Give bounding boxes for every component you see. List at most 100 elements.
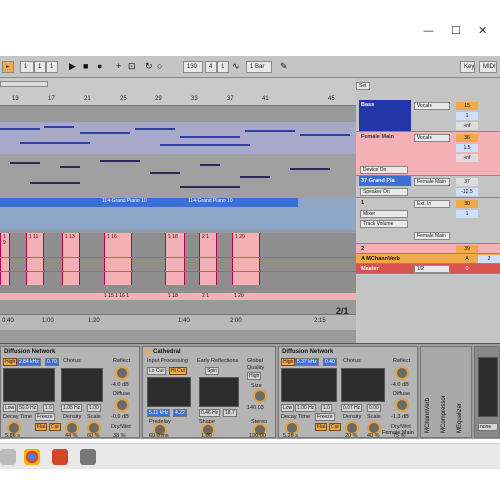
low-toggle[interactable]: Low bbox=[281, 404, 295, 412]
female-main-lane[interactable] bbox=[0, 154, 356, 198]
track-letter[interactable]: A bbox=[456, 255, 478, 263]
track-1[interactable]: 1 Ext. In 30 1 Mixer Track Volume Female… bbox=[356, 198, 500, 244]
maximize-icon[interactable]: ☐ bbox=[451, 24, 461, 37]
device-power-icon[interactable] bbox=[145, 349, 151, 355]
device-strip-label[interactable]: MChannVerb bbox=[425, 398, 431, 433]
freeze-button[interactable]: Freeze bbox=[315, 413, 335, 421]
track-volume[interactable]: -inf bbox=[456, 154, 478, 162]
high-toggle[interactable]: High bbox=[3, 358, 18, 366]
lo-cut-button[interactable]: Lo Cut bbox=[147, 367, 166, 375]
low-amount[interactable]: 1.0 bbox=[43, 404, 54, 412]
clip-header[interactable]: 114-Grand Piano 10 bbox=[186, 198, 298, 205]
filter-graph[interactable] bbox=[3, 368, 55, 402]
diffusion-network-2[interactable]: Diffusion Network High 5.37 kHz 0.40 Cho… bbox=[278, 346, 418, 439]
powerpoint-icon[interactable] bbox=[52, 449, 68, 465]
device-strip-label[interactable]: MCompressor bbox=[441, 395, 447, 433]
filter-graph[interactable] bbox=[281, 368, 337, 402]
freeze-button[interactable]: Freeze bbox=[35, 413, 55, 421]
low-amount[interactable]: 1.0 bbox=[321, 404, 332, 412]
input-filter-graph[interactable] bbox=[147, 377, 191, 407]
play-icon[interactable]: ▶ bbox=[69, 61, 76, 73]
track-number[interactable]: 30 bbox=[456, 200, 478, 208]
cathedral-reverb[interactable]: Cathedral Input Processing Lo Cut Hi Cut… bbox=[142, 346, 276, 439]
track-value[interactable]: 2 bbox=[478, 255, 500, 263]
hicut-q[interactable]: 4.22 bbox=[173, 409, 187, 417]
low-freq[interactable]: 50.0 Hz bbox=[17, 404, 39, 412]
track-name[interactable]: Bass bbox=[359, 100, 411, 131]
follow-button[interactable]: ▸ bbox=[2, 61, 14, 73]
high-freq[interactable]: 2.84 kHz bbox=[17, 358, 41, 366]
speaker-menu[interactable]: Speaker On bbox=[360, 188, 408, 196]
track-value[interactable]: 1.5 bbox=[456, 144, 478, 152]
master-volume[interactable]: 0 bbox=[456, 265, 478, 273]
audio-clip[interactable]: 1 9 bbox=[0, 233, 10, 285]
midi-map-button[interactable]: MIDI bbox=[479, 61, 497, 73]
reflect-knob[interactable] bbox=[115, 366, 129, 380]
device-strip-label[interactable]: MEqualizer bbox=[457, 403, 463, 433]
track-value[interactable]: 1 bbox=[456, 210, 478, 218]
input-chooser[interactable]: Vocals bbox=[414, 134, 450, 142]
diffusion-network-1[interactable]: Diffusion Network High 2.84 kHz 0.70 Cho… bbox=[0, 346, 140, 439]
track-name[interactable]: 1 bbox=[359, 198, 411, 208]
overdub-icon[interactable]: + bbox=[116, 61, 121, 73]
audio-lane-strip[interactable]: 1 15 1 16 1 1 18 2 1 1 20 bbox=[0, 293, 356, 300]
diffuse-knob[interactable] bbox=[395, 398, 409, 412]
drop-area[interactable] bbox=[478, 357, 498, 417]
record-icon[interactable]: ● bbox=[97, 61, 102, 73]
diffuse-knob[interactable] bbox=[115, 398, 129, 412]
metronome-icon[interactable]: ∿ bbox=[232, 61, 240, 73]
return-track-a[interactable]: A MChannVerb A 2 bbox=[356, 254, 500, 264]
collapsed-devices[interactable]: MChannVerb MCompressor MEqualizer bbox=[420, 346, 472, 438]
track-number[interactable]: 39 bbox=[456, 245, 478, 253]
quality-select[interactable]: High bbox=[247, 372, 262, 380]
signature-denominator[interactable]: 1 bbox=[217, 61, 229, 73]
bass-lane[interactable] bbox=[0, 122, 356, 154]
track-female-main[interactable]: Female Main Vocals 36 1.5 -inf Device On bbox=[356, 132, 500, 176]
cut-button[interactable]: Cut bbox=[49, 423, 61, 431]
high-freq[interactable]: 5.37 kHz bbox=[295, 358, 319, 366]
track-name[interactable]: 2 bbox=[359, 244, 411, 252]
track-value[interactable]: 1 bbox=[456, 112, 478, 120]
hicut-freq[interactable]: 5.11 kHz bbox=[147, 409, 171, 417]
track-grand-piano[interactable]: 37 Grand Pia Female Main 37 -12.5 Speake… bbox=[356, 176, 500, 198]
input-chooser[interactable]: Female Main bbox=[414, 178, 450, 186]
master-ratio[interactable]: 1/2 bbox=[414, 265, 450, 273]
audio-clip[interactable]: 2 1 bbox=[199, 233, 217, 285]
flat-button[interactable]: Flat bbox=[315, 423, 328, 431]
tempo-field[interactable]: 130 bbox=[183, 61, 203, 73]
audio-lane[interactable]: 1 9 1 11 1 13 1 16 1 18 2 1 1 20 bbox=[0, 233, 356, 293]
set-button[interactable]: Set bbox=[356, 82, 370, 90]
track-volume-menu[interactable]: Track Volume bbox=[360, 220, 408, 228]
punch-icon[interactable]: ○ bbox=[157, 61, 162, 73]
audio-clip[interactable]: 1 18 bbox=[165, 233, 185, 285]
signature-numerator[interactable]: 4 bbox=[205, 61, 217, 73]
automation-arm-icon[interactable]: ⊡ bbox=[128, 61, 136, 73]
ableton-icon[interactable] bbox=[80, 449, 96, 465]
reflect-knob[interactable] bbox=[395, 366, 409, 380]
sixteenth-field[interactable]: 1 bbox=[46, 61, 58, 73]
low-toggle[interactable]: Low bbox=[3, 404, 17, 412]
track-number[interactable]: 37 bbox=[456, 178, 478, 186]
spin-amount[interactable]: 18.7 bbox=[223, 409, 237, 417]
loop-icon[interactable]: ↻ bbox=[145, 61, 153, 73]
flat-button[interactable]: Flat bbox=[35, 423, 48, 431]
audio-clip[interactable]: 1 20 bbox=[232, 233, 260, 285]
chorus-graph[interactable] bbox=[341, 368, 385, 402]
time-ruler[interactable]: 0:40 1:00 1:20 1:40 2:00 2:15 bbox=[0, 314, 356, 330]
track-bass[interactable]: Bass Vocals 15 1 -inf bbox=[356, 100, 500, 132]
draw-mode-icon[interactable]: ✎ bbox=[280, 61, 288, 73]
track-number[interactable]: 36 bbox=[456, 134, 478, 142]
chorus-rate[interactable]: 0.07 Hz bbox=[341, 404, 363, 412]
chorus-amount[interactable]: 0.00 bbox=[367, 404, 381, 412]
high-value[interactable]: 0.40 bbox=[323, 358, 337, 366]
chorus-graph[interactable] bbox=[61, 368, 103, 402]
ruler[interactable]: 13 17 21 25 29 33 37 41 45 bbox=[0, 78, 356, 106]
key-map-button[interactable]: Key bbox=[460, 61, 475, 73]
minimize-icon[interactable]: — bbox=[423, 24, 434, 37]
size-knob[interactable] bbox=[253, 389, 267, 403]
spin-graph[interactable] bbox=[199, 377, 239, 407]
chorus-amount[interactable]: 1.00 bbox=[87, 404, 101, 412]
drop-device-area[interactable]: none bbox=[474, 346, 500, 438]
output-chooser[interactable]: Female Main bbox=[414, 232, 450, 240]
bar-field[interactable]: 1 bbox=[20, 61, 34, 73]
